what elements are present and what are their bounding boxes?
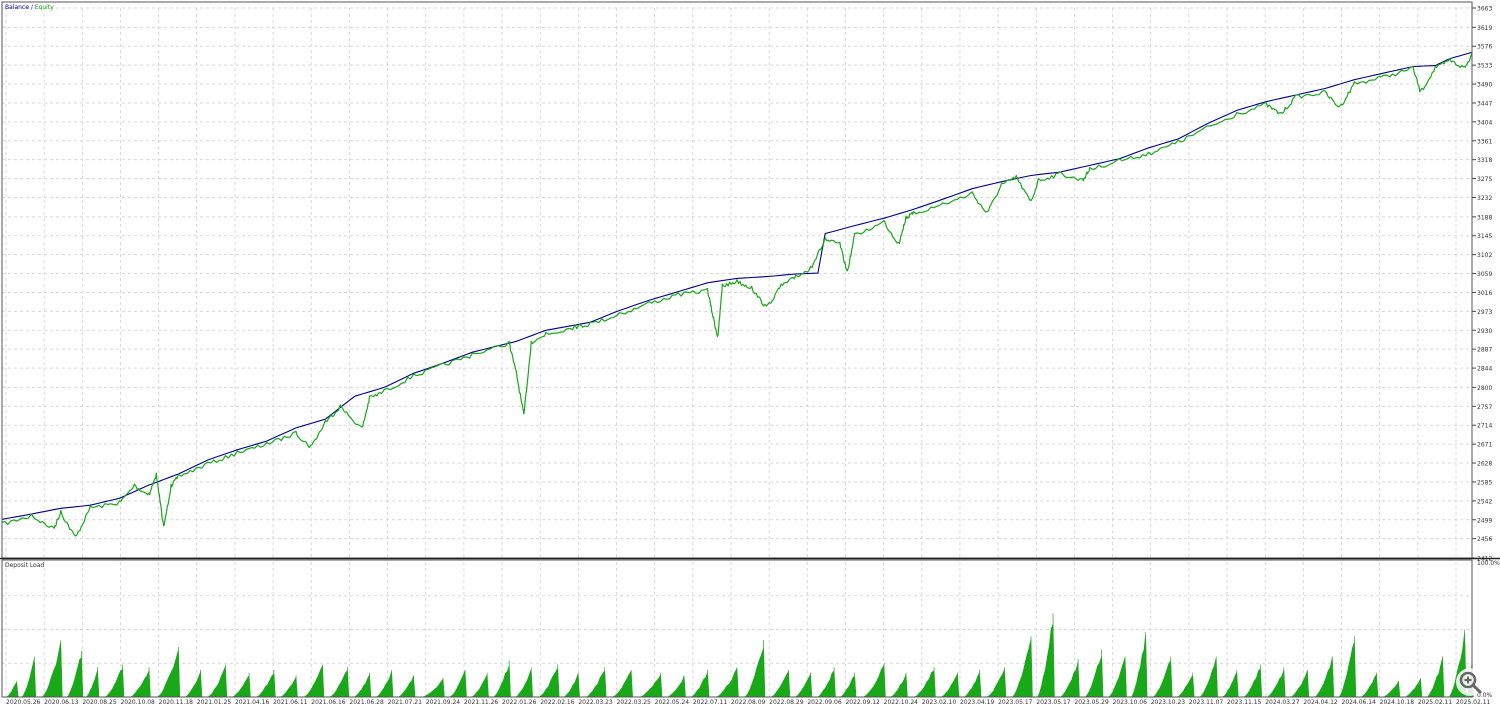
x-tick-label: 2022.03.25	[617, 699, 652, 706]
y-tick-label: 3576	[1477, 44, 1492, 51]
x-tick-label: 2023.05.17	[998, 699, 1033, 706]
y-tick-label: 2930	[1477, 328, 1492, 335]
y-tick-label: 3318	[1477, 157, 1492, 164]
y-tick-label: 2499	[1477, 517, 1492, 524]
zoom-button[interactable]	[1456, 668, 1484, 696]
y-tick-label: 2757	[1477, 404, 1492, 411]
y-tick-label: 3404	[1477, 119, 1492, 126]
y-tick-label: 2714	[1477, 423, 1492, 430]
x-tick-label: 2022.09.06	[807, 699, 842, 706]
y-tick-label: 3145	[1477, 233, 1492, 240]
x-tick-label: 2022.07.11	[693, 699, 728, 706]
labels: 3663 3619 3576 3533 3490 3447 3404 3361 3318 3275…	[5, 4, 1500, 706]
balance-line	[1, 51, 1473, 520]
y-tick-label: 2844	[1477, 366, 1492, 373]
x-tick-label: 2023.11.07	[1189, 699, 1224, 706]
y-tick-label: 2973	[1477, 309, 1492, 316]
chart-svg: 3663 3619 3576 3533 3490 3447 3404 3361 3318 3275…	[0, 1, 1500, 706]
x-tick-label: 2022.02.16	[540, 699, 575, 706]
tester-graph: 3663 3619 3576 3533 3490 3447 3404 3361 3318 3275…	[0, 0, 1500, 707]
x-tick-label: 2020.05.26	[6, 699, 41, 706]
x-tick-label: 2020.10.08	[120, 699, 155, 706]
x-tick-label: 2021.07.21	[388, 699, 423, 706]
y-tick-label: 3663	[1477, 6, 1492, 13]
x-tick-label: 2024.06.14	[1342, 699, 1377, 706]
x-tick-label: 2020.08.25	[82, 699, 117, 706]
y-tick-label: 3102	[1477, 252, 1492, 259]
x-tick-label: 2025.02.11	[1418, 699, 1453, 706]
y-tick-label: 3275	[1477, 176, 1492, 183]
x-tick-label: 2023.10.06	[1113, 699, 1148, 706]
x-tick-label: 2021.06.28	[349, 699, 384, 706]
x-tick-label: 2022.08.09	[731, 699, 766, 706]
x-tick-label: 2021.01.25	[197, 699, 232, 706]
y-tick-label: 2542	[1477, 498, 1492, 505]
x-tick-label: 2024.04.12	[1303, 699, 1338, 706]
balance-grid	[2, 7, 1472, 559]
y-tick-label: 2800	[1477, 385, 1492, 392]
y-tick-label: 3447	[1477, 100, 1492, 107]
y-tick-label: 3188	[1477, 214, 1492, 221]
y-tick-label: 2887	[1477, 347, 1492, 354]
x-tick-label: 2022.01.26	[502, 699, 537, 706]
x-tick-label: 2023.05.17	[1036, 699, 1071, 706]
x-tick-label: 2021.04.16	[235, 699, 270, 706]
x-tick-label: 2021.06.16	[311, 699, 346, 706]
x-tick-label: 2023.11.15	[1227, 699, 1262, 706]
x-tick-label: 2022.05.24	[655, 699, 690, 706]
x-tick-label: 2024.03.27	[1265, 699, 1300, 706]
x-tick-label: 2023.02.10	[922, 699, 957, 706]
x-tick-label: 2022.03.23	[578, 699, 613, 706]
y-tick-label: 3533	[1477, 63, 1492, 70]
y-tick-label: 2456	[1477, 536, 1492, 543]
deposit-load-fill	[2, 613, 1474, 698]
deposit-y-top-label: 100.0%	[1477, 560, 1500, 567]
y-tick-label: 3059	[1477, 271, 1492, 278]
x-tick-label: 2022.09.12	[845, 699, 880, 706]
main-legend: Balance / Equity	[5, 4, 54, 11]
x-tick-label: 2023.04.19	[960, 699, 995, 706]
x-tick-label: 2021.06.11	[273, 699, 308, 706]
x-tick-label: 2025.02.11	[1456, 699, 1491, 706]
x-tick-label: 2022.08.29	[769, 699, 804, 706]
x-tick-label: 2023.05.29	[1074, 699, 1109, 706]
x-tick-label: 2024.10.18	[1380, 699, 1415, 706]
deposit-load-title: Deposit Load	[5, 562, 44, 569]
x-tick-label: 2020.06.13	[44, 699, 79, 706]
y-tick-label: 3619	[1477, 25, 1492, 32]
legend-entry-equity: Equity	[35, 4, 54, 11]
x-tick-label: 2021.11.26	[464, 699, 499, 706]
y-tick-label: 3361	[1477, 138, 1492, 145]
y-tick-label: 2585	[1477, 479, 1492, 486]
y-tick-label: 2628	[1477, 461, 1492, 468]
x-tick-label: 2021.09.24	[426, 699, 461, 706]
legend-entry-balance: Balance	[5, 4, 29, 11]
y-tick-label: 3232	[1477, 195, 1492, 202]
y-tick-label: 2671	[1477, 442, 1492, 449]
y-tick-label: 3016	[1477, 290, 1492, 297]
x-tick-label: 2023.10.23	[1151, 699, 1186, 706]
y-tick-label: 3490	[1477, 82, 1492, 89]
x-tick-label: 2022.10.24	[884, 699, 919, 706]
x-tick-label: 2020.11.18	[159, 699, 194, 706]
deposit-load-area	[2, 613, 1474, 698]
magnifier-plus-icon	[1459, 671, 1482, 694]
